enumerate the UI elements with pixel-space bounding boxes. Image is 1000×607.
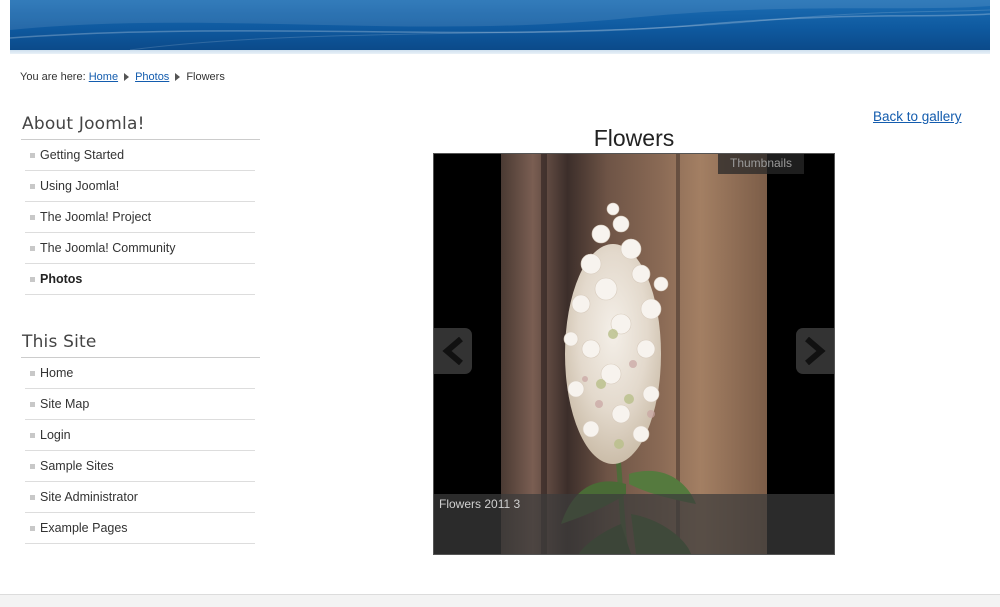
header-wave-decoration [10,0,990,50]
footer-divider [0,594,1000,607]
bullet-icon [30,495,35,500]
gallery-title: Flowers [593,125,675,151]
this-site-module: This Site Home Site Map Login Sample Sit… [21,332,260,544]
menu-item-getting-started[interactable]: Getting Started [25,140,255,171]
thumbnails-button[interactable]: Thumbnails [718,154,804,174]
bullet-icon [30,464,35,469]
bullet-icon [30,246,35,251]
menu-item-label: Site Map [40,397,90,411]
bullet-icon [30,433,35,438]
next-image-button[interactable] [796,328,834,374]
breadcrumb: You are here: Home Photos Flowers [20,71,225,83]
breadcrumb-arrow-icon [124,73,130,81]
menu-item-joomla-community[interactable]: The Joomla! Community [25,233,255,264]
bullet-icon [30,402,35,407]
menu-item-joomla-project[interactable]: The Joomla! Project [25,202,255,233]
menu-item-label: The Joomla! Community [40,241,176,255]
menu-item-label: Getting Started [40,148,125,162]
chevron-right-icon [805,337,826,365]
menu-item-label: Sample Sites [40,459,114,473]
chevron-left-icon [442,337,463,365]
bullet-icon [30,215,35,220]
bullet-icon [30,277,35,282]
bullet-icon [30,184,35,189]
about-joomla-menu: Getting Started Using Joomla! The Joomla… [21,140,260,295]
breadcrumb-home-link[interactable]: Home [89,71,118,83]
menu-item-label: Home [40,366,74,380]
breadcrumb-current: Flowers [186,71,225,83]
menu-item-home[interactable]: Home [25,358,255,389]
menu-item-label: Example Pages [40,521,128,535]
this-site-menu: Home Site Map Login Sample Sites Site Ad… [21,358,260,544]
menu-item-label: The Joomla! Project [40,210,152,224]
header-rule [10,50,990,54]
breadcrumb-prefix: You are here: [20,71,86,83]
bullet-icon [30,371,35,376]
about-joomla-module: About Joomla! Getting Started Using Joom… [21,114,260,295]
previous-image-button[interactable] [434,328,472,374]
image-caption: Flowers 2011 3 [439,497,521,511]
module-title: About Joomla! [21,114,260,140]
bullet-icon [30,153,35,158]
menu-item-label: Photos [40,272,83,286]
menu-item-site-administrator[interactable]: Site Administrator [25,482,255,513]
bullet-icon [30,526,35,531]
back-to-gallery-link[interactable]: Back to gallery [873,109,962,124]
menu-item-using-joomla[interactable]: Using Joomla! [25,171,255,202]
menu-item-sample-sites[interactable]: Sample Sites [25,451,255,482]
menu-item-label: Site Administrator [40,490,138,504]
breadcrumb-photos-link[interactable]: Photos [135,71,169,83]
module-title: This Site [21,332,260,358]
menu-item-label: Login [40,428,71,442]
menu-item-site-map[interactable]: Site Map [25,389,255,420]
image-slideshow[interactable]: Thumbnails Flowers 2011 3 [433,153,835,555]
header-banner [10,0,990,50]
menu-item-example-pages[interactable]: Example Pages [25,513,255,544]
image-caption-bar: Flowers 2011 3 [434,494,834,554]
menu-item-photos[interactable]: Photos [25,264,255,295]
menu-item-login[interactable]: Login [25,420,255,451]
breadcrumb-arrow-icon [175,73,181,81]
menu-item-label: Using Joomla! [40,179,120,193]
